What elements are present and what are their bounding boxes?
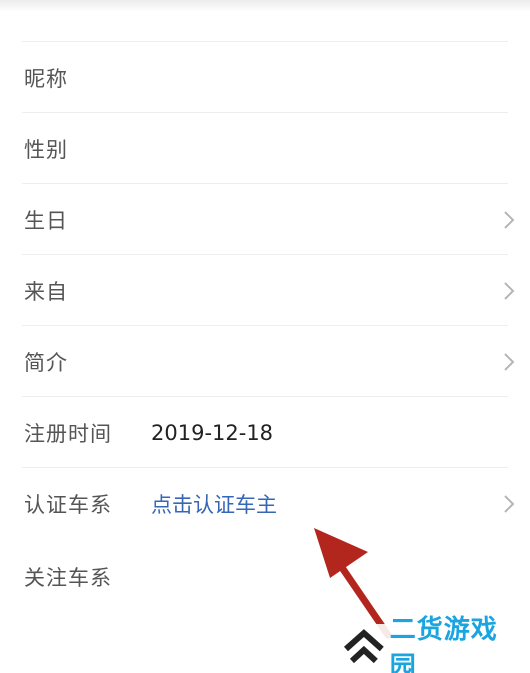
row-label: 注册时间 <box>24 421 112 446</box>
top-shadow <box>0 0 530 12</box>
row-certified-car[interactable]: 认证车系 点击认证车主 <box>0 468 530 539</box>
row-label: 简介 <box>24 350 68 375</box>
row-gender[interactable]: 性别 <box>0 113 530 184</box>
row-label: 生日 <box>24 208 68 233</box>
row-label: 关注车系 <box>24 565 112 590</box>
chevron-right-icon <box>504 210 515 229</box>
certify-owner-link[interactable]: 点击认证车主 <box>151 489 277 519</box>
watermark: 二货游戏园 <box>336 615 530 673</box>
row-register-date: 注册时间 2019-12-18 <box>0 397 530 468</box>
register-date-value: 2019-12-18 <box>151 420 274 445</box>
profile-page: 昵称 性别 生日 来自 简介 注册时间 2019-12-18 认证车系 点击认证… <box>0 0 530 673</box>
row-label: 昵称 <box>24 66 68 91</box>
row-intro[interactable]: 简介 <box>0 326 530 397</box>
row-label: 性别 <box>24 137 68 162</box>
chevron-right-icon <box>504 494 515 513</box>
chevron-right-icon <box>504 352 515 371</box>
row-label: 来自 <box>24 279 68 304</box>
row-birthday[interactable]: 生日 <box>0 184 530 255</box>
row-nickname[interactable]: 昵称 <box>0 42 530 113</box>
row-from[interactable]: 来自 <box>0 255 530 326</box>
row-label: 认证车系 <box>24 492 112 517</box>
watermark-text: 二货游戏园 <box>389 615 498 673</box>
chevron-right-icon <box>504 281 515 300</box>
row-followed-car[interactable]: 关注车系 <box>0 541 530 612</box>
double-chevron-up-icon <box>343 629 384 664</box>
